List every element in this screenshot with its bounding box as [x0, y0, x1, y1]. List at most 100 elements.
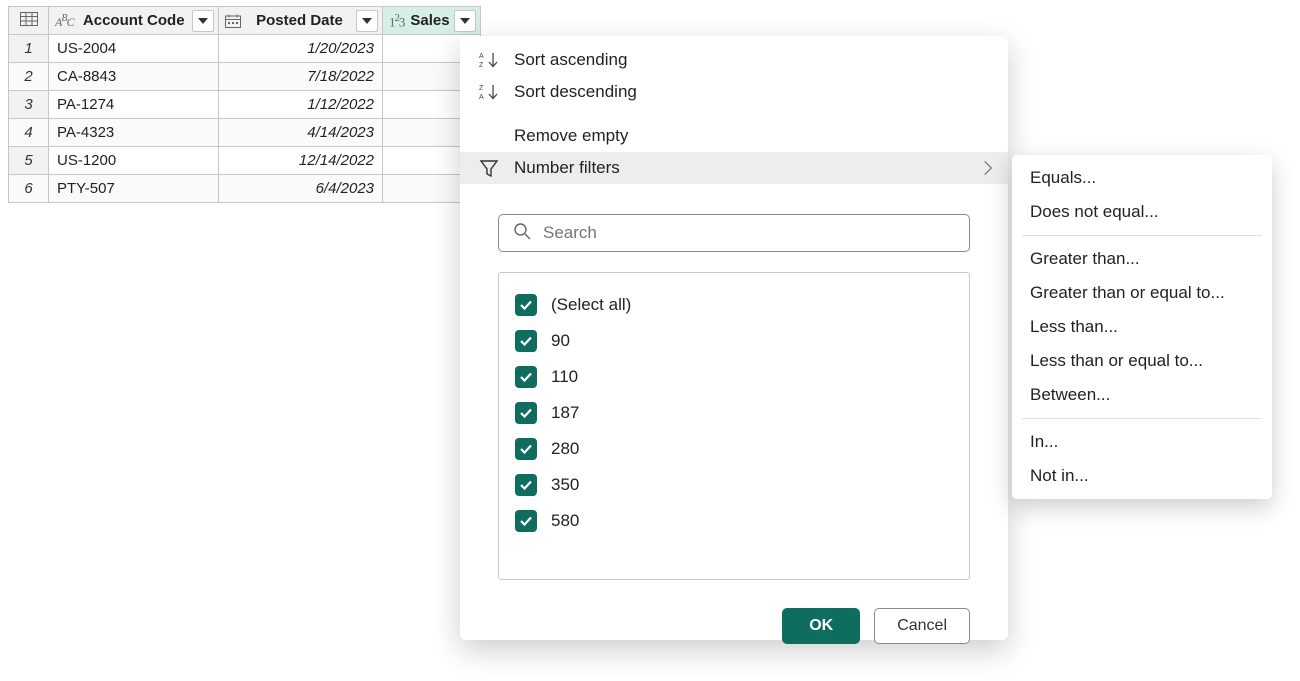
filter-value-label: 350 — [551, 475, 579, 495]
button-label: OK — [809, 617, 833, 635]
sort-desc-icon: ZA — [478, 83, 500, 101]
svg-text:A: A — [479, 53, 484, 60]
subitem-not-in[interactable]: Not in... — [1012, 459, 1272, 493]
table-row[interactable]: 3PA-12741/12/2022 — [9, 91, 481, 119]
subitem-gte[interactable]: Greater than or equal to... — [1012, 276, 1272, 310]
menu-label: Number filters — [514, 158, 620, 178]
subitem-less-than[interactable]: Less than... — [1012, 310, 1272, 344]
chevron-right-icon — [978, 161, 992, 175]
filter-value-label: 580 — [551, 511, 579, 531]
row-number: 6 — [9, 175, 49, 203]
cell-account-code: PA-1274 — [49, 91, 219, 119]
filter-value-label: 110 — [551, 367, 578, 387]
row-number: 5 — [9, 147, 49, 175]
rownum-header — [9, 7, 49, 35]
cell-posted-date: 1/12/2022 — [219, 91, 383, 119]
cell-posted-date: 6/4/2023 — [219, 175, 383, 203]
table-row[interactable]: 6PTY-5076/4/2023 — [9, 175, 481, 203]
table-row[interactable]: 1US-20041/20/2023 — [9, 35, 481, 63]
checkbox-checked[interactable] — [515, 330, 537, 352]
cell-posted-date: 4/14/2023 — [219, 119, 383, 147]
menu-separator — [1022, 235, 1262, 236]
column-label: Posted Date — [245, 12, 352, 29]
subitem-in[interactable]: In... — [1012, 425, 1272, 459]
menu-label: Sort descending — [514, 82, 637, 102]
row-number: 3 — [9, 91, 49, 119]
svg-text:Z: Z — [479, 85, 484, 92]
filter-value-item[interactable]: 110 — [515, 359, 953, 395]
filter-value-label: 187 — [551, 403, 579, 423]
svg-text:Z: Z — [479, 62, 484, 69]
filter-value-item[interactable]: 187 — [515, 395, 953, 431]
row-number: 2 — [9, 63, 49, 91]
subitem-label: Less than... — [1030, 317, 1118, 336]
menu-sort-descending[interactable]: ZA Sort descending — [460, 76, 1008, 108]
filter-value-select-all[interactable]: (Select all) — [515, 287, 953, 323]
funnel-icon — [478, 158, 500, 178]
subitem-does-not-equal[interactable]: Does not equal... — [1012, 195, 1272, 229]
subitem-label: Greater than... — [1030, 249, 1140, 268]
column-header-posted-date[interactable]: Posted Date — [219, 7, 383, 35]
filter-value-item[interactable]: 350 — [515, 467, 953, 503]
number-type-icon: 123 — [389, 13, 404, 28]
subitem-label: Does not equal... — [1030, 202, 1159, 221]
text-type-icon: ABC — [55, 14, 73, 28]
row-number: 1 — [9, 35, 49, 63]
search-box[interactable] — [498, 214, 970, 252]
menu-separator — [1022, 418, 1262, 419]
subitem-equals[interactable]: Equals... — [1012, 161, 1272, 195]
subitem-label: Greater than or equal to... — [1030, 283, 1225, 302]
date-type-icon — [225, 14, 241, 28]
checkbox-checked[interactable] — [515, 474, 537, 496]
caret-down-icon — [362, 18, 372, 24]
column-header-account-code[interactable]: ABC Account Code — [49, 7, 219, 35]
button-label: Cancel — [897, 617, 947, 635]
table-icon — [20, 12, 38, 26]
column-dropdown-button[interactable] — [454, 10, 476, 32]
checkbox-checked[interactable] — [515, 366, 537, 388]
table-row[interactable]: 2CA-88437/18/2022 — [9, 63, 481, 91]
subitem-label: Equals... — [1030, 168, 1096, 187]
cell-account-code: PTY-507 — [49, 175, 219, 203]
cell-account-code: PA-4323 — [49, 119, 219, 147]
cell-account-code: US-2004 — [49, 35, 219, 63]
cell-posted-date: 12/14/2022 — [219, 147, 383, 175]
cell-posted-date: 1/20/2023 — [219, 35, 383, 63]
column-label: Account Code — [77, 12, 188, 29]
filter-value-item[interactable]: 280 — [515, 431, 953, 467]
filter-value-label: 280 — [551, 439, 579, 459]
data-grid: ABC Account Code Posted Date 123 Sales — [8, 6, 481, 203]
column-dropdown-button[interactable] — [356, 10, 378, 32]
checkbox-checked[interactable] — [515, 402, 537, 424]
filter-value-label: 90 — [551, 331, 570, 351]
filter-value-item[interactable]: 580 — [515, 503, 953, 539]
filter-values-list: (Select all) 90 110 187 280 350 580 — [498, 272, 970, 580]
ok-button[interactable]: OK — [782, 608, 860, 644]
checkbox-checked[interactable] — [515, 438, 537, 460]
subitem-label: In... — [1030, 432, 1058, 451]
menu-remove-empty[interactable]: Remove empty — [460, 120, 1008, 152]
caret-down-icon — [198, 18, 208, 24]
column-filter-panel: AZ Sort ascending ZA Sort descending Rem… — [460, 36, 1008, 640]
cancel-button[interactable]: Cancel — [874, 608, 970, 644]
table-row[interactable]: 5US-120012/14/2022 — [9, 147, 481, 175]
search-input[interactable] — [541, 222, 955, 244]
checkbox-checked[interactable] — [515, 510, 537, 532]
column-dropdown-button[interactable] — [192, 10, 214, 32]
subitem-label: Not in... — [1030, 466, 1089, 485]
caret-down-icon — [460, 18, 470, 24]
column-label: Sales — [408, 12, 449, 29]
subitem-label: Less than or equal to... — [1030, 351, 1203, 370]
filter-value-label: (Select all) — [551, 295, 631, 315]
subitem-between[interactable]: Between... — [1012, 378, 1272, 412]
subitem-lte[interactable]: Less than or equal to... — [1012, 344, 1272, 378]
menu-sort-ascending[interactable]: AZ Sort ascending — [460, 44, 1008, 76]
column-header-sales[interactable]: 123 Sales — [383, 7, 481, 35]
number-filters-submenu: Equals... Does not equal... Greater than… — [1012, 155, 1272, 499]
menu-number-filters[interactable]: Number filters — [460, 152, 1008, 184]
cell-account-code: US-1200 — [49, 147, 219, 175]
filter-value-item[interactable]: 90 — [515, 323, 953, 359]
subitem-greater-than[interactable]: Greater than... — [1012, 242, 1272, 276]
checkbox-checked[interactable] — [515, 294, 537, 316]
table-row[interactable]: 4PA-43234/14/2023 — [9, 119, 481, 147]
